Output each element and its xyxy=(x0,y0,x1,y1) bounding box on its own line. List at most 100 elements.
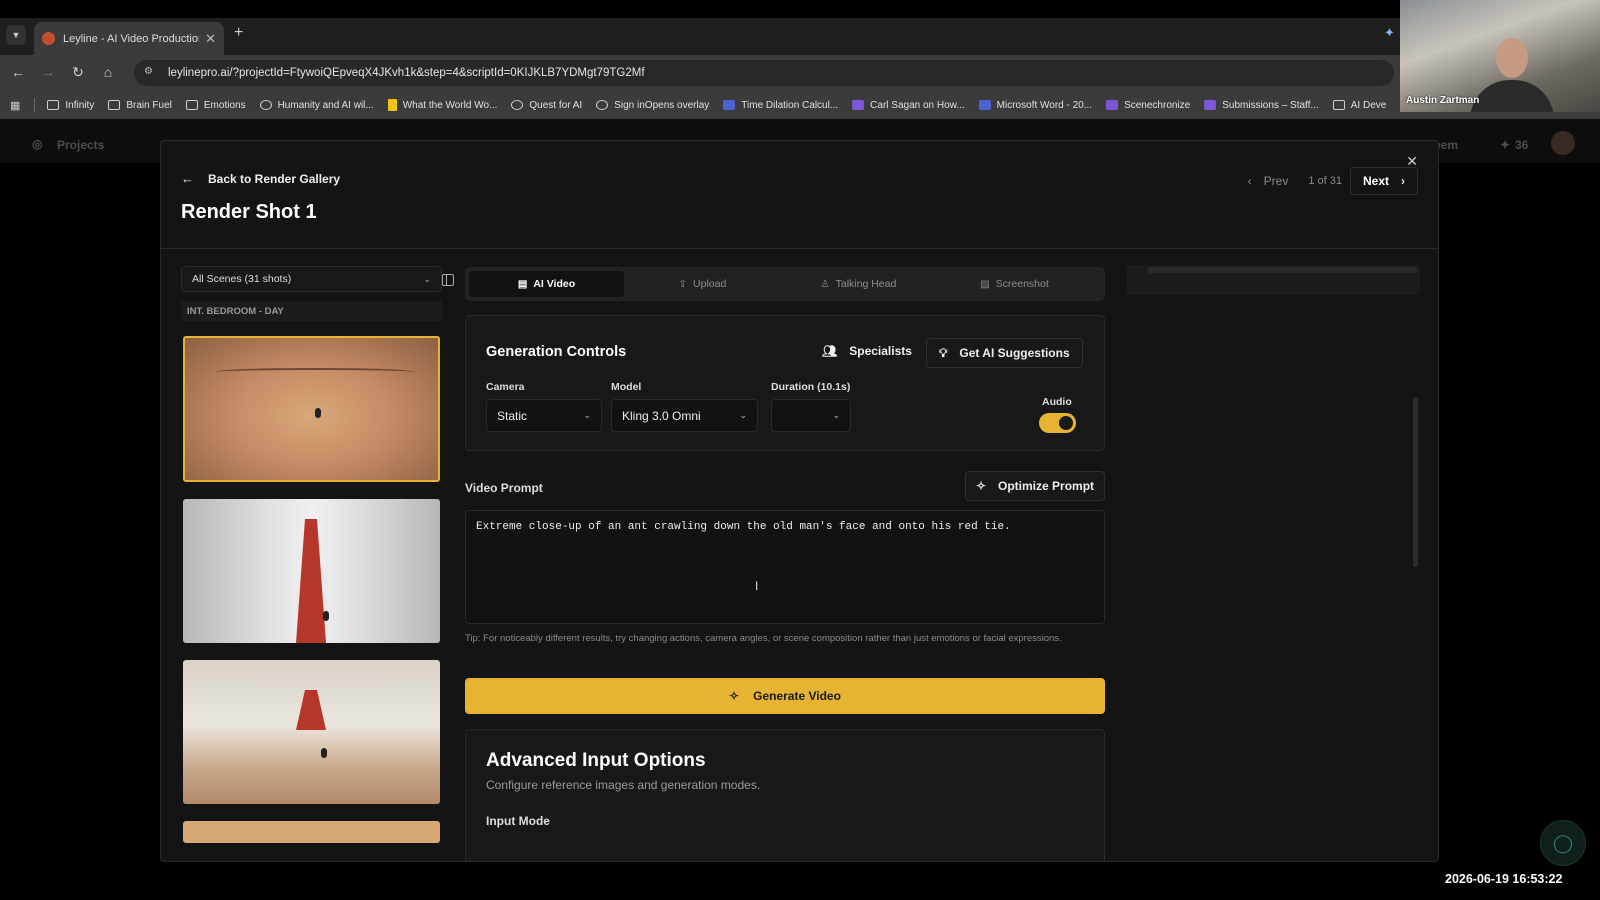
tie-art xyxy=(296,690,326,730)
audio-toggle[interactable] xyxy=(1039,413,1076,433)
generate-video-button[interactable]: ✧ Generate Video xyxy=(465,678,1105,714)
tab-screenshot[interactable]: ▨ Screenshot xyxy=(937,271,1092,297)
prev-label: Prev xyxy=(1263,174,1289,188)
bookmark-label: Carl Sagan on How... xyxy=(870,99,965,111)
person-icon: ♙ xyxy=(820,278,830,290)
back-arrow-icon[interactable]: ← xyxy=(8,62,28,82)
get-ai-suggestions-button[interactable]: 💡︎ Get AI Suggestions xyxy=(926,338,1083,368)
prev-button[interactable]: ‹ Prev xyxy=(1236,167,1301,195)
gemini-icon[interactable]: ✦ xyxy=(1384,25,1395,41)
webcam-person-head xyxy=(1496,38,1528,78)
optimize-label: Optimize Prompt xyxy=(998,479,1095,493)
panel-layout-icon[interactable] xyxy=(442,274,454,286)
browser-tab-leyline[interactable]: Leyline - AI Video Production Pl ✕ xyxy=(34,22,224,55)
model-select[interactable]: Kling 3.0 Omni ⌄ xyxy=(611,399,758,432)
tab-label: Upload xyxy=(693,278,727,290)
projects-icon: ◎ xyxy=(32,137,43,151)
chevron-down-icon: ⌄ xyxy=(423,273,431,284)
users-icon: 👥︎ xyxy=(822,344,838,358)
shot-thumbnail-2[interactable] xyxy=(183,499,440,643)
bookmark-item[interactable]: Humanity and AI wil... xyxy=(259,99,374,111)
site-icon xyxy=(1106,100,1119,110)
video-prompt-textarea[interactable]: Extreme close-up of an ant crawling down… xyxy=(465,510,1105,624)
toggle-knob xyxy=(1059,416,1073,430)
bookmark-item[interactable]: Microsoft Word - 20... xyxy=(978,99,1093,111)
scene-filter-select[interactable]: All Scenes (31 shots) ⌄ xyxy=(181,266,442,292)
prompt-text: Extreme close-up of an ant crawling down… xyxy=(476,521,1011,533)
chevron-down-icon: ⌄ xyxy=(583,410,591,420)
bookmark-item[interactable]: Emotions xyxy=(185,99,246,111)
lightbulb-icon: 💡︎ xyxy=(939,345,948,360)
shot-pager: ‹ Prev 1 of 31 Next › xyxy=(1236,167,1418,195)
home-icon[interactable]: ⌂ xyxy=(98,62,118,82)
bookmark-item[interactable]: What the World Wo... xyxy=(387,99,497,111)
tab-ai-video[interactable]: ▤ AI Video xyxy=(469,271,624,297)
new-tab-button[interactable]: + xyxy=(234,24,243,42)
magic-wand-icon: ✧ xyxy=(975,479,987,493)
site-icon xyxy=(852,100,865,110)
optimize-prompt-button[interactable]: ✧ Optimize Prompt xyxy=(965,471,1105,501)
suggestions-label: Get AI Suggestions xyxy=(959,346,1070,360)
credits-count: 36 xyxy=(1515,138,1529,152)
shot-thumbnail-1[interactable] xyxy=(183,336,440,482)
reload-icon[interactable]: ↻ xyxy=(68,62,88,82)
tab-talking-head[interactable]: ♙ Talking Head xyxy=(781,271,936,297)
next-label: Next xyxy=(1362,174,1389,188)
nav-projects: Projects xyxy=(57,138,105,152)
camera-select[interactable]: Static ⌄ xyxy=(486,399,602,432)
duration-select[interactable]: ⌄ xyxy=(771,399,851,432)
address-bar[interactable]: ⚙ leylinepro.ai/?projectId=FtywoiQEpveqX… xyxy=(134,60,1394,86)
scene-header: INT. BEDROOM - DAY xyxy=(181,301,442,321)
tab-list-dropdown-icon[interactable]: ▼ xyxy=(6,25,26,45)
bookmark-label: Infinity xyxy=(65,99,95,111)
shot-thumbnail-3[interactable] xyxy=(183,660,440,804)
forward-arrow-icon[interactable]: → xyxy=(38,62,58,82)
bookmark-item[interactable]: Scenechronize xyxy=(1106,100,1190,111)
apps-grid-icon[interactable]: ▦ xyxy=(10,99,20,112)
bookmark-item[interactable]: Carl Sagan on How... xyxy=(852,100,965,111)
render-shot-modal: ✕ ← Back to Render Gallery Render Shot 1… xyxy=(160,140,1439,862)
next-button[interactable]: Next › xyxy=(1349,167,1418,195)
bookmark-label: Emotions xyxy=(203,99,246,111)
bookmarks-bar: ▦ Infinity Brain Fuel Emotions Humanity and… xyxy=(0,91,1600,119)
generate-label: Generate Video xyxy=(753,689,841,703)
browser-tab-bar: ▼ + ✦ xyxy=(0,18,1600,55)
specialists-button[interactable]: 👥︎ Specialists xyxy=(822,344,912,358)
modal-scrollbar[interactable] xyxy=(1413,397,1418,567)
chevron-right-icon: › xyxy=(1401,174,1405,188)
bookmark-label: Humanity and AI wil... xyxy=(277,99,374,111)
webcam-person-body xyxy=(1470,80,1554,112)
site-settings-icon[interactable]: ⚙ xyxy=(144,66,158,80)
avatar xyxy=(1551,131,1575,155)
chat-bubble-icon[interactable]: ◯ xyxy=(1540,820,1586,866)
bookmark-item[interactable]: Submissions – Staff... xyxy=(1204,100,1319,111)
webcam-overlay: Austin Zartman xyxy=(1400,0,1600,112)
scene-filter-value: All Scenes (31 shots) xyxy=(192,273,292,285)
close-tab-icon[interactable]: ✕ xyxy=(205,31,216,47)
bookmark-item[interactable]: Sign inOpens overlay xyxy=(596,100,709,111)
tab-upload[interactable]: ⇪ Upload xyxy=(625,271,780,297)
ant-art xyxy=(315,408,321,418)
generation-controls-panel: Generation Controls 👥︎ Specialists 💡︎ Get … xyxy=(465,315,1105,451)
globe-icon xyxy=(259,100,272,110)
bookmark-item[interactable]: Quest for AI xyxy=(511,100,582,111)
bookmark-label: Microsoft Word - 20... xyxy=(996,99,1093,111)
doc-icon xyxy=(387,99,397,111)
e-icon xyxy=(723,100,736,110)
folder-icon xyxy=(185,100,198,110)
leyline-favicon-icon xyxy=(42,32,55,45)
advanced-options-panel: Advanced Input Options Configure referen… xyxy=(465,729,1105,861)
camera-value: Static xyxy=(497,408,528,423)
bookmark-item[interactable]: Brain Fuel xyxy=(108,100,172,111)
right-panel-bar xyxy=(1147,267,1417,273)
back-to-gallery-link[interactable]: ← Back to Render Gallery xyxy=(181,171,340,186)
bookmark-item[interactable]: AI Deve xyxy=(1332,99,1387,111)
shot-thumbnail-4[interactable] xyxy=(183,821,440,843)
folder-icon xyxy=(1332,100,1345,110)
duration-label: Duration (10.1s) xyxy=(771,381,851,393)
bookmark-item[interactable]: Infinity xyxy=(47,100,94,111)
bookmark-item[interactable]: Time Dilation Calcul... xyxy=(723,100,838,111)
chevron-down-icon: ⌄ xyxy=(739,410,747,420)
chevron-down-icon: ⌄ xyxy=(832,410,840,420)
bookmark-label: AI Deve xyxy=(1350,99,1387,111)
